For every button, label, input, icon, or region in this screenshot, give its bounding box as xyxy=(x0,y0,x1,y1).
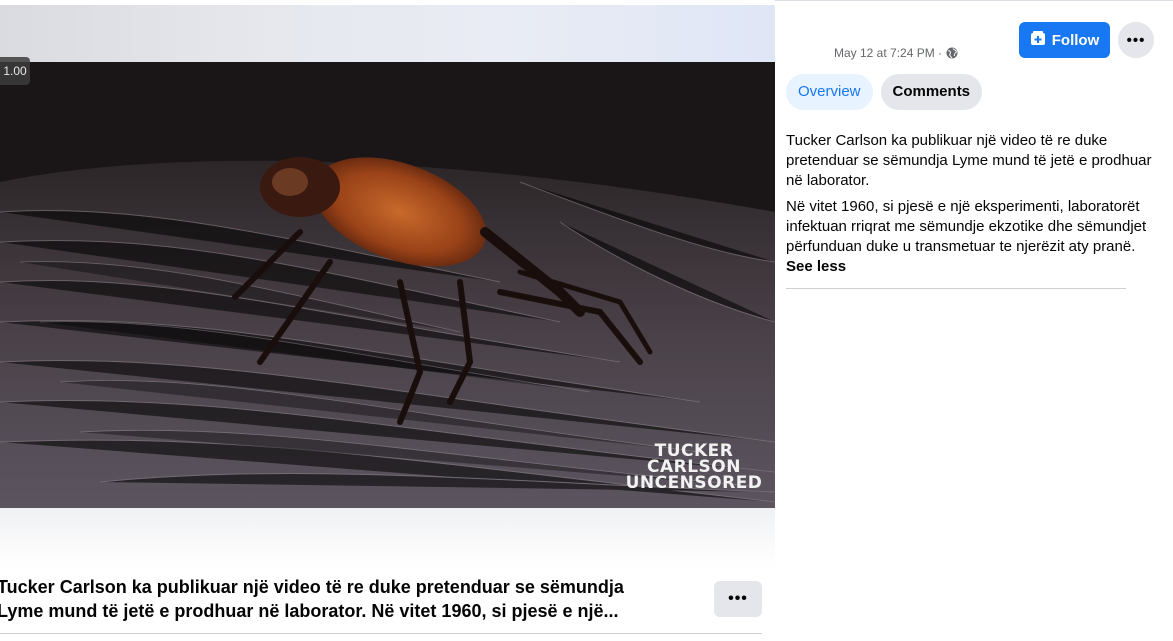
ellipsis-icon: ••• xyxy=(728,590,748,607)
divider xyxy=(786,288,1126,289)
post-timestamp[interactable]: May 12 at 7:24 PM · xyxy=(834,46,958,60)
ellipsis-icon: ••• xyxy=(1126,31,1146,49)
video-bottom-fade xyxy=(0,508,775,568)
tab-overview[interactable]: Overview xyxy=(786,74,873,110)
side-panel: May 12 at 7:24 PM · Follow ••• Overview … xyxy=(775,0,1173,641)
description-paragraph-2: Në vitet 1960, si pjesë e një eksperimen… xyxy=(786,198,1147,255)
playback-speed-badge[interactable]: 1.00 xyxy=(0,57,30,85)
video-column: 1.00 TUCKER CARLSON UNCENSORED Tucker Ca… xyxy=(0,0,775,641)
post-description: Tucker Carlson ka publikuar një video të… xyxy=(786,131,1158,277)
follow-plus-icon xyxy=(1030,30,1046,50)
follow-button[interactable]: Follow xyxy=(1019,22,1110,58)
follow-label: Follow xyxy=(1051,31,1100,49)
see-less-link[interactable]: See less xyxy=(786,257,1158,277)
video-top-strip xyxy=(0,5,775,63)
tab-bar: Overview Comments xyxy=(786,74,983,110)
caption-more-button[interactable]: ••• xyxy=(714,581,762,617)
divider xyxy=(0,633,762,634)
globe-icon xyxy=(946,47,958,59)
channel-watermark: TUCKER CARLSON UNCENSORED xyxy=(624,443,764,493)
page: 1.00 TUCKER CARLSON UNCENSORED Tucker Ca… xyxy=(0,0,1173,641)
description-paragraph-1: Tucker Carlson ka publikuar një video të… xyxy=(786,132,1152,189)
watermark-line-3: UNCENSORED xyxy=(625,473,763,493)
video-caption: Tucker Carlson ka publikuar një video të… xyxy=(0,577,624,621)
tab-comments[interactable]: Comments xyxy=(880,74,983,110)
timestamp-text: May 12 at 7:24 PM · xyxy=(834,46,943,60)
more-options-button[interactable]: ••• xyxy=(1118,22,1154,58)
